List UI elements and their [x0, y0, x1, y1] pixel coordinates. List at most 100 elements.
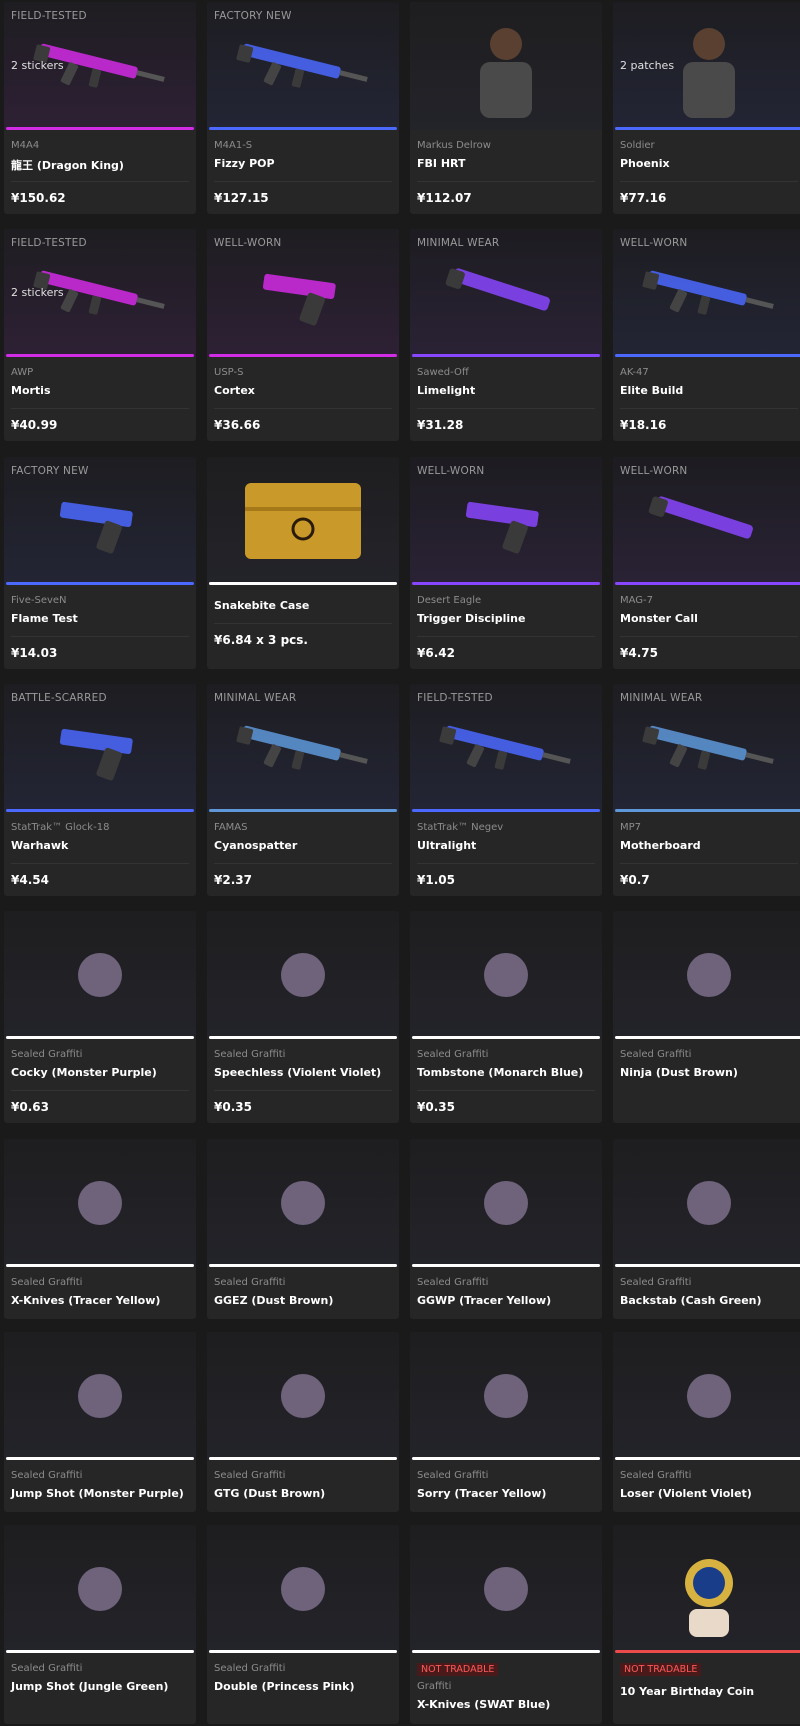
rarity-bar	[209, 582, 397, 585]
item-type: Desert Eagle	[417, 595, 482, 606]
item-name: Speechless (Violent Violet)	[214, 1066, 382, 1079]
item-name: Ninja (Dust Brown)	[620, 1066, 738, 1079]
item-type: Sealed Graffiti	[214, 1277, 286, 1288]
item-name: Sorry (Tracer Yellow)	[417, 1487, 547, 1500]
item-card[interactable]: WELL-WORN Desert Eagle Trigger Discipline ¥…	[410, 457, 602, 669]
rarity-bar	[615, 1264, 800, 1267]
rarity-bar	[615, 582, 800, 585]
divider	[11, 863, 189, 864]
item-card[interactable]: FACTORY NEW M4A1-S Fizzy POP ¥127.15	[207, 2, 399, 214]
item-card[interactable]: NOT TRADABLE 10 Year Birthday Coin	[613, 1525, 800, 1724]
rarity-bar	[209, 809, 397, 812]
rarity-bar	[6, 354, 194, 357]
rarity-bar	[209, 1650, 397, 1653]
item-card[interactable]: FIELD-TESTED 2 stickers M4A4 龍王 (Dragon Kin…	[4, 2, 196, 214]
divider	[214, 623, 392, 624]
item-card[interactable]: NOT TRADABLE Graffiti X-Knives (SWAT Blue)	[410, 1525, 602, 1724]
not-tradable-badge: NOT TRADABLE	[620, 1663, 702, 1676]
item-card[interactable]: Sealed Graffiti Jump Shot (Monster Purple…	[4, 1332, 196, 1512]
item-price: ¥127.15	[214, 191, 269, 205]
item-card[interactable]: Markus Delrow FBI HRT ¥112.07	[410, 2, 602, 214]
item-card[interactable]: Sealed Graffiti Cocky (Monster Purple) ¥0.…	[4, 911, 196, 1123]
wear-label: FIELD-TESTED	[417, 692, 493, 704]
item-card[interactable]: MINIMAL WEAR MP7 Motherboard ¥0.7	[613, 684, 800, 896]
item-image	[410, 1332, 602, 1460]
item-name: GGEZ (Dust Brown)	[214, 1294, 334, 1307]
item-card[interactable]: BATTLE-SCARRED StatTrak™ Glock-18 Warhawk ¥…	[4, 684, 196, 896]
rarity-bar	[6, 1457, 194, 1460]
rarity-bar	[615, 1650, 800, 1653]
rarity-bar	[615, 127, 800, 130]
item-name: Fizzy POP	[214, 157, 275, 170]
item-card[interactable]: MINIMAL WEAR FAMAS Cyanospatter ¥2.37	[207, 684, 399, 896]
item-image	[207, 1525, 399, 1653]
item-image	[410, 2, 602, 130]
item-card[interactable]: Sealed Graffiti X-Knives (Tracer Yellow)	[4, 1139, 196, 1319]
item-name: Limelight	[417, 384, 476, 397]
divider	[620, 863, 798, 864]
rarity-bar	[615, 354, 800, 357]
rarity-bar	[412, 354, 600, 357]
item-image	[613, 1332, 800, 1460]
item-type: StatTrak™ Glock-18	[11, 822, 110, 833]
item-image	[410, 1525, 602, 1653]
item-card[interactable]: Sealed Graffiti Jump Shot (Jungle Green)	[4, 1525, 196, 1724]
item-price: ¥112.07	[417, 191, 472, 205]
case-icon	[245, 483, 361, 559]
item-card[interactable]: Sealed Graffiti Loser (Violent Violet)	[613, 1332, 800, 1512]
item-card[interactable]: WELL-WORN AK-47 Elite Build ¥18.16	[613, 229, 800, 441]
rarity-bar	[209, 127, 397, 130]
wear-label: FACTORY NEW	[11, 465, 89, 477]
item-type: AWP	[11, 367, 34, 378]
item-card[interactable]: 2 patches Soldier Phoenix ¥77.16	[613, 2, 800, 214]
item-name: Cyanospatter	[214, 839, 298, 852]
divider	[417, 863, 595, 864]
item-price: ¥31.28	[417, 418, 464, 432]
item-price: ¥6.84 x 3 pcs.	[214, 633, 308, 647]
item-type: MP7	[620, 822, 642, 833]
item-name: Snakebite Case	[214, 599, 310, 612]
item-price: ¥14.03	[11, 646, 58, 660]
item-name: 10 Year Birthday Coin	[620, 1685, 755, 1698]
item-name: Motherboard	[620, 839, 701, 852]
item-card[interactable]: Sealed Graffiti Tombstone (Monarch Blue) ¥…	[410, 911, 602, 1123]
graffiti-icon	[281, 1181, 325, 1225]
rarity-bar	[209, 354, 397, 357]
item-name: Cocky (Monster Purple)	[11, 1066, 157, 1079]
not-tradable-badge: NOT TRADABLE	[417, 1663, 499, 1676]
rarity-bar	[412, 582, 600, 585]
item-card[interactable]: FIELD-TESTED 2 stickers AWP Mortis ¥40.99	[4, 229, 196, 441]
agent-icon	[480, 28, 532, 118]
item-type: Sealed Graffiti	[214, 1470, 286, 1481]
item-card[interactable]: Sealed Graffiti GGWP (Tracer Yellow)	[410, 1139, 602, 1319]
rarity-bar	[209, 1036, 397, 1039]
item-card[interactable]: MINIMAL WEAR Sawed-Off Limelight ¥31.28	[410, 229, 602, 441]
item-name: GTG (Dust Brown)	[214, 1487, 326, 1500]
item-card[interactable]: WELL-WORN MAG-7 Monster Call ¥4.75	[613, 457, 800, 669]
item-type: Five-SeveN	[11, 595, 67, 606]
item-card[interactable]: Sealed Graffiti GTG (Dust Brown)	[207, 1332, 399, 1512]
item-type: Sawed-Off	[417, 367, 469, 378]
item-type: Graffiti	[417, 1681, 452, 1692]
item-card[interactable]: Sealed Graffiti Sorry (Tracer Yellow)	[410, 1332, 602, 1512]
item-card[interactable]: FIELD-TESTED StatTrak™ Negev Ultralight ¥1.…	[410, 684, 602, 896]
item-price: ¥6.42	[417, 646, 455, 660]
rarity-bar	[6, 127, 194, 130]
divider	[11, 1090, 189, 1091]
item-card[interactable]: Sealed Graffiti Double (Princess Pink)	[207, 1525, 399, 1724]
item-card[interactable]: WELL-WORN USP-S Cortex ¥36.66	[207, 229, 399, 441]
item-card[interactable]: Sealed Graffiti Speechless (Violent Viole…	[207, 911, 399, 1123]
item-name: Loser (Violent Violet)	[620, 1487, 752, 1500]
rarity-bar	[6, 1036, 194, 1039]
item-card[interactable]: Sealed Graffiti GGEZ (Dust Brown)	[207, 1139, 399, 1319]
item-name: X-Knives (SWAT Blue)	[417, 1698, 551, 1711]
wear-label: BATTLE-SCARRED	[11, 692, 107, 704]
item-type: Sealed Graffiti	[417, 1470, 489, 1481]
graffiti-icon	[281, 953, 325, 997]
item-card[interactable]: Sealed Graffiti Backstab (Cash Green)	[613, 1139, 800, 1319]
item-card[interactable]: Sealed Graffiti Ninja (Dust Brown)	[613, 911, 800, 1123]
item-card[interactable]: Snakebite Case ¥6.84 x 3 pcs.	[207, 457, 399, 669]
item-card[interactable]: FACTORY NEW Five-SeveN Flame Test ¥14.03	[4, 457, 196, 669]
wear-label: WELL-WORN	[620, 237, 688, 249]
divider	[214, 408, 392, 409]
